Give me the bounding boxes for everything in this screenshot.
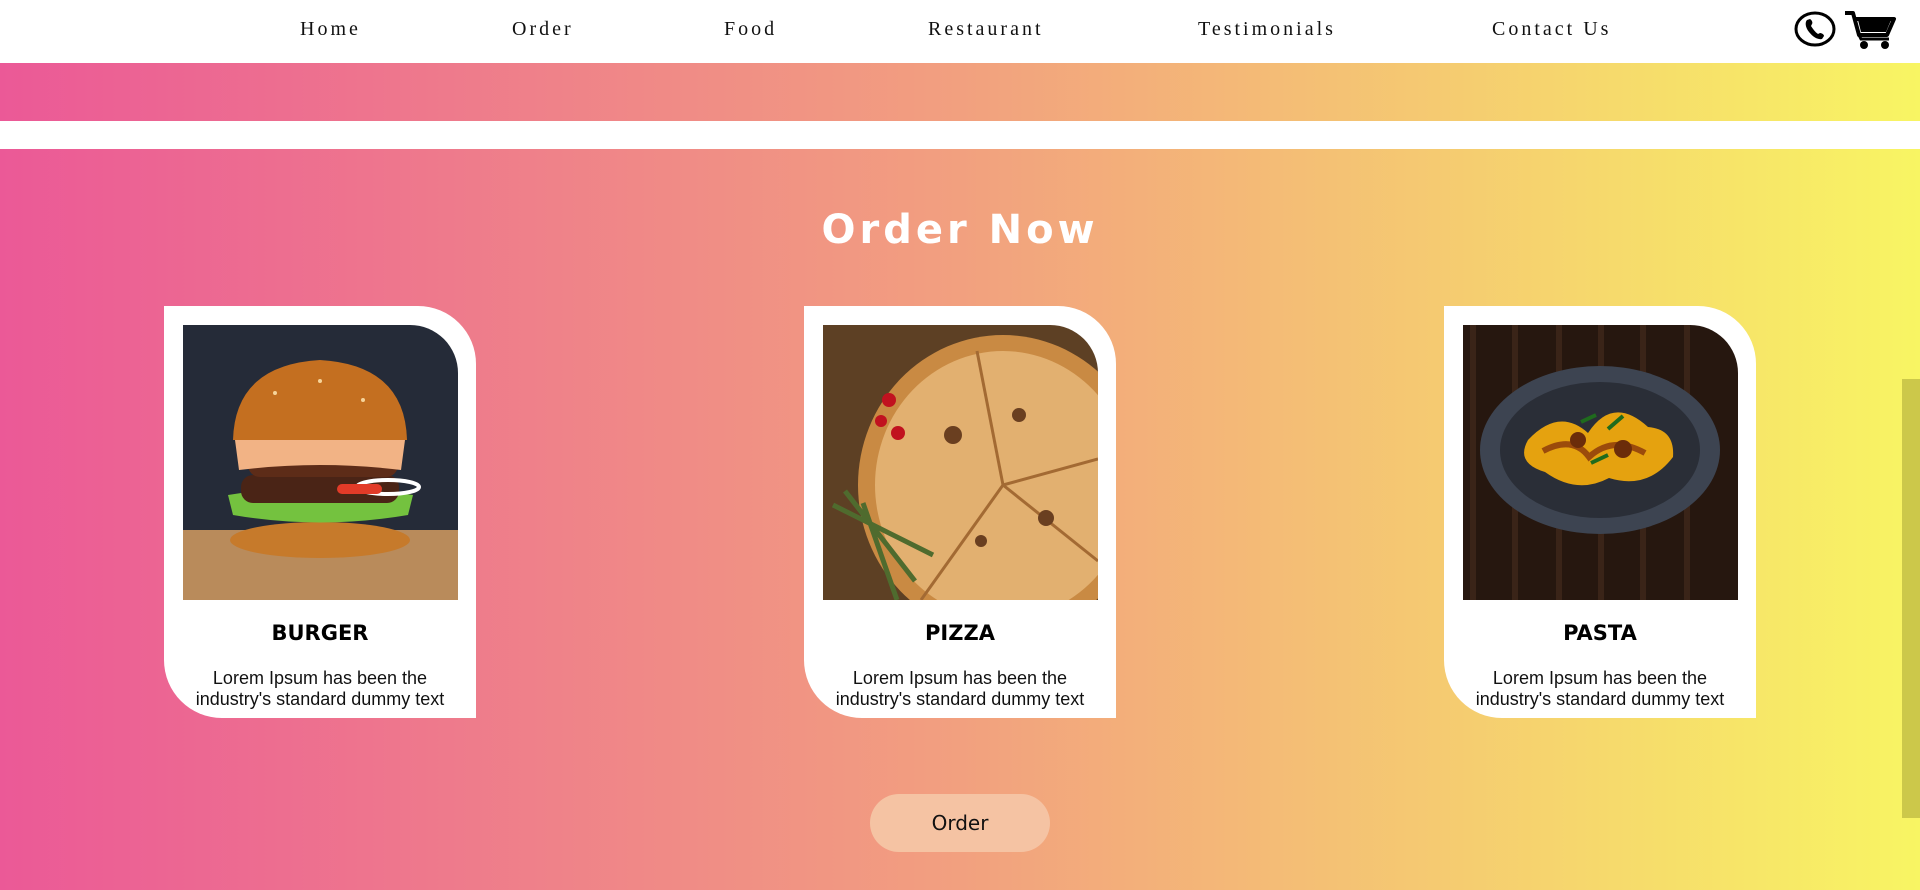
nav-testimonials-link[interactable]: Testimonials xyxy=(1198,18,1336,41)
pizza-image xyxy=(823,325,1098,600)
card-description-pizza: Lorem Ipsum has been the industry's stan… xyxy=(835,668,1085,709)
card-description-burger: Lorem Ipsum has been the industry's stan… xyxy=(195,668,445,709)
order-now-heading: Order Now xyxy=(821,207,1099,254)
nav-home-link[interactable]: Home xyxy=(300,18,361,41)
section-divider xyxy=(0,121,1920,149)
food-card-pasta[interactable]: PASTA Lorem Ipsum has been the industry'… xyxy=(1444,306,1756,718)
nav-food-link[interactable]: Food xyxy=(724,18,777,41)
cart-icon[interactable] xyxy=(1843,8,1897,50)
food-card-burger[interactable]: BURGER Lorem Ipsum has been the industry… xyxy=(164,306,476,718)
phone-icon[interactable] xyxy=(1793,10,1837,48)
pasta-image xyxy=(1463,325,1738,600)
burger-image xyxy=(183,325,458,600)
card-title-burger: BURGER xyxy=(271,621,369,645)
nav-order-link[interactable]: Order xyxy=(512,18,574,41)
food-card-pizza[interactable]: PIZZA Lorem Ipsum has been the industry'… xyxy=(804,306,1116,718)
order-button[interactable]: Order xyxy=(870,794,1050,852)
hero-gradient-band xyxy=(0,63,1920,121)
nav-restaurant-link[interactable]: Restaurant xyxy=(928,18,1044,41)
card-title-pizza: PIZZA xyxy=(925,621,995,645)
main-navigation: Home Order Food Restaurant Testimonials … xyxy=(0,0,1920,63)
card-title-pasta: PASTA xyxy=(1563,621,1637,645)
vertical-scrollbar-thumb[interactable] xyxy=(1902,379,1920,818)
card-description-pasta: Lorem Ipsum has been the industry's stan… xyxy=(1475,668,1725,709)
nav-contact-us-link[interactable]: Contact Us xyxy=(1492,18,1611,41)
